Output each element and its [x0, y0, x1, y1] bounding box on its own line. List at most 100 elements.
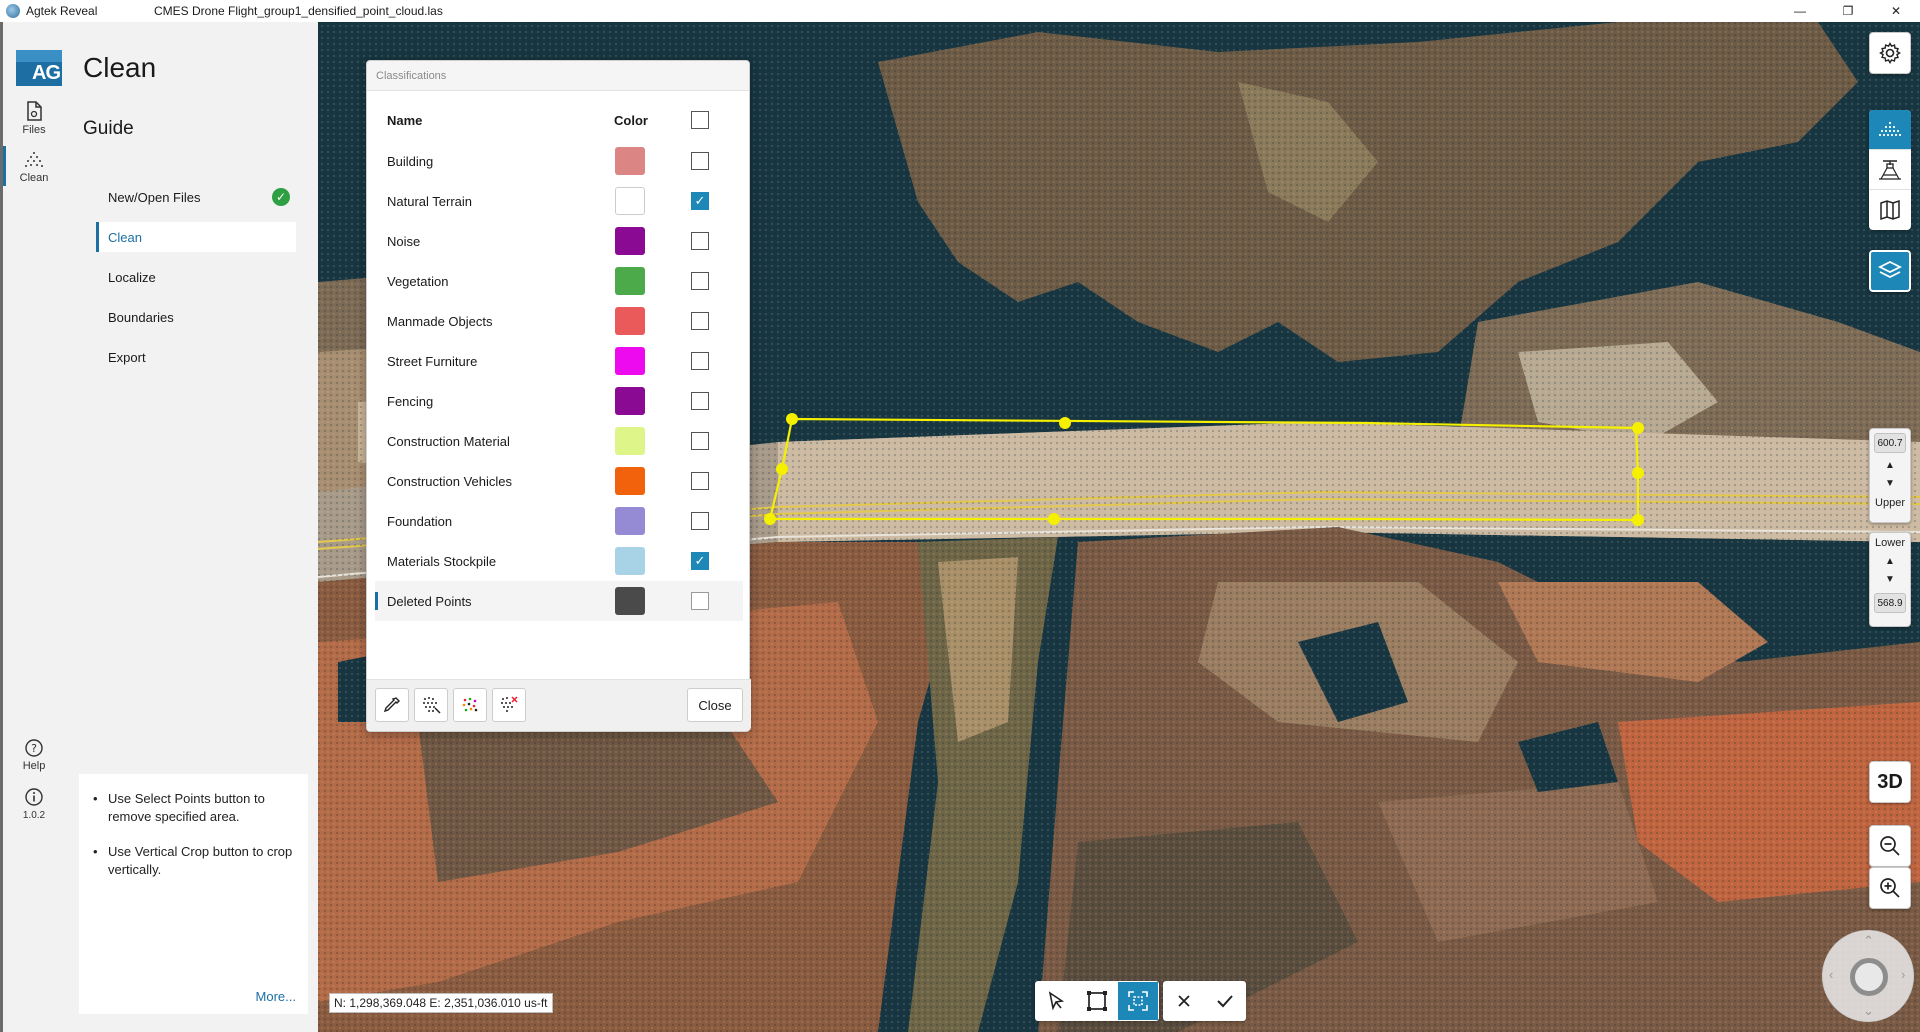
page-title: Clean — [83, 52, 157, 83]
cancel-selection-button[interactable] — [1164, 982, 1204, 1020]
window-controls: — ❐ ✕ — [1776, 0, 1920, 22]
orbit-center-icon[interactable] — [1850, 958, 1888, 996]
drone-view-button[interactable] — [1869, 150, 1911, 190]
point-cloud-view-button[interactable] — [1869, 110, 1911, 150]
color-points-button[interactable] — [453, 688, 487, 722]
close-dialog-button[interactable]: Close — [687, 688, 743, 722]
classification-row-street-furniture[interactable]: Street Furniture — [367, 341, 751, 381]
color-swatch[interactable] — [615, 507, 645, 535]
checkmark-icon — [1217, 995, 1233, 1008]
guide-step-new-open-files[interactable]: New/Open Files ✓ — [96, 182, 296, 212]
classification-row-manmade-objects[interactable]: Manmade Objects — [367, 301, 751, 341]
classification-checkbox[interactable] — [691, 352, 709, 370]
rail-files[interactable]: Files — [6, 100, 62, 136]
classification-row-construction-vehicles[interactable]: Construction Vehicles — [367, 461, 751, 501]
vertical-crop-button[interactable] — [1118, 982, 1158, 1020]
svg-text:?: ? — [31, 742, 37, 755]
select-all-checkbox[interactable] — [691, 111, 709, 129]
delete-points-button[interactable] — [492, 688, 526, 722]
classify-points-button[interactable] — [414, 688, 448, 722]
maximize-button[interactable]: ❐ — [1824, 0, 1872, 22]
classification-checkbox[interactable]: ✓ — [691, 192, 709, 210]
color-swatch[interactable] — [615, 227, 645, 255]
classification-row-construction-material[interactable]: Construction Material — [367, 421, 751, 461]
guide-step-localize[interactable]: Localize — [96, 262, 296, 292]
agtek-logo: AG — [16, 50, 63, 86]
classification-row-materials-stockpile[interactable]: Materials Stockpile ✓ — [367, 541, 751, 581]
eyedropper-button[interactable] — [375, 688, 409, 722]
classification-checkbox[interactable] — [691, 232, 709, 250]
map-view-button[interactable] — [1869, 190, 1911, 230]
close-icon — [1178, 995, 1190, 1007]
color-swatch[interactable] — [615, 147, 645, 175]
classification-checkbox[interactable] — [691, 592, 709, 610]
rail-help[interactable]: ? Help — [6, 738, 62, 772]
pan-up-icon[interactable]: ⌃ — [1863, 933, 1874, 949]
color-swatch[interactable] — [615, 387, 645, 415]
guide-heading: Guide — [83, 118, 134, 139]
more-link[interactable]: More... — [256, 989, 296, 1004]
classification-row-building[interactable]: Building — [367, 141, 751, 181]
check-circle-icon: ✓ — [272, 188, 290, 206]
color-swatch[interactable] — [615, 547, 645, 575]
lower-up-arrow-button[interactable]: ▲ — [1870, 553, 1910, 571]
pan-right-icon[interactable]: › — [1901, 967, 1905, 982]
guide-step-export[interactable]: Export — [96, 342, 296, 372]
classification-checkbox[interactable] — [691, 392, 709, 410]
color-swatch[interactable] — [615, 467, 645, 495]
color-swatch[interactable] — [615, 267, 645, 295]
rail-info[interactable]: 1.0.2 — [6, 787, 62, 821]
color-swatch[interactable] — [615, 427, 645, 455]
rail-files-label: Files — [22, 124, 46, 136]
point-cloud-icon — [1878, 121, 1902, 136]
classification-checkbox[interactable] — [691, 272, 709, 290]
lower-label: Lower — [1875, 537, 1905, 549]
classification-row-natural-terrain[interactable]: Natural Terrain ✓ — [367, 181, 751, 221]
select-pointer-button[interactable] — [1036, 982, 1076, 1020]
classification-row-foundation[interactable]: Foundation — [367, 501, 751, 541]
layers-button[interactable] — [1869, 250, 1911, 292]
tips-panel: Use Select Points button to remove speci… — [79, 774, 308, 1014]
classification-row-noise[interactable]: Noise — [367, 221, 751, 261]
settings-button[interactable] — [1869, 32, 1911, 74]
view-mode-stack — [1869, 110, 1911, 230]
point-select-icon — [423, 697, 441, 714]
classification-checkbox[interactable] — [691, 152, 709, 170]
map-icon — [1880, 199, 1900, 221]
pan-left-icon[interactable]: ‹ — [1829, 967, 1833, 982]
zoom-out-button[interactable] — [1869, 825, 1911, 867]
guide-step-boundaries[interactable]: Boundaries — [96, 302, 296, 332]
pan-down-icon[interactable]: ⌄ — [1863, 1003, 1874, 1019]
color-swatch[interactable] — [615, 587, 645, 615]
classification-name: Noise — [387, 233, 421, 249]
zoom-in-button[interactable] — [1869, 867, 1911, 909]
selection-tools-group — [1035, 981, 1159, 1021]
select-points-button[interactable] — [1077, 982, 1117, 1020]
upper-down-arrow-button[interactable]: ▼ — [1870, 475, 1910, 493]
classification-name: Building — [387, 153, 434, 169]
lower-down-arrow-button[interactable]: ▼ — [1870, 571, 1910, 589]
title-bar: Agtek Reveal CMES Drone Flight_group1_de… — [0, 0, 1920, 22]
view-mode-3d-button[interactable]: 3D — [1869, 761, 1911, 803]
classification-row-fencing[interactable]: Fencing — [367, 381, 751, 421]
classification-row-vegetation[interactable]: Vegetation — [367, 261, 751, 301]
color-swatch[interactable] — [615, 307, 645, 335]
guide-step-clean[interactable]: Clean — [96, 222, 296, 252]
close-window-button[interactable]: ✕ — [1872, 0, 1920, 22]
classification-checkbox[interactable] — [691, 472, 709, 490]
rail-clean[interactable]: Clean — [3, 146, 62, 186]
app-name: Agtek Reveal — [26, 4, 98, 18]
classification-checkbox[interactable] — [691, 312, 709, 330]
classification-checkbox[interactable] — [691, 432, 709, 450]
color-swatch[interactable] — [615, 347, 645, 375]
classification-row-deleted-points[interactable]: Deleted Points — [375, 581, 743, 621]
color-swatch[interactable] — [615, 187, 645, 215]
table-header: Name Color — [367, 99, 751, 141]
zoom-in-icon — [1880, 878, 1900, 898]
navigation-joystick[interactable]: ⌃ ⌄ ‹ › — [1822, 930, 1914, 1022]
upper-up-arrow-button[interactable]: ▲ — [1870, 457, 1910, 475]
apply-selection-button[interactable] — [1205, 982, 1245, 1020]
classification-checkbox[interactable] — [691, 512, 709, 530]
minimize-button[interactable]: — — [1776, 0, 1824, 22]
classification-checkbox[interactable]: ✓ — [691, 552, 709, 570]
